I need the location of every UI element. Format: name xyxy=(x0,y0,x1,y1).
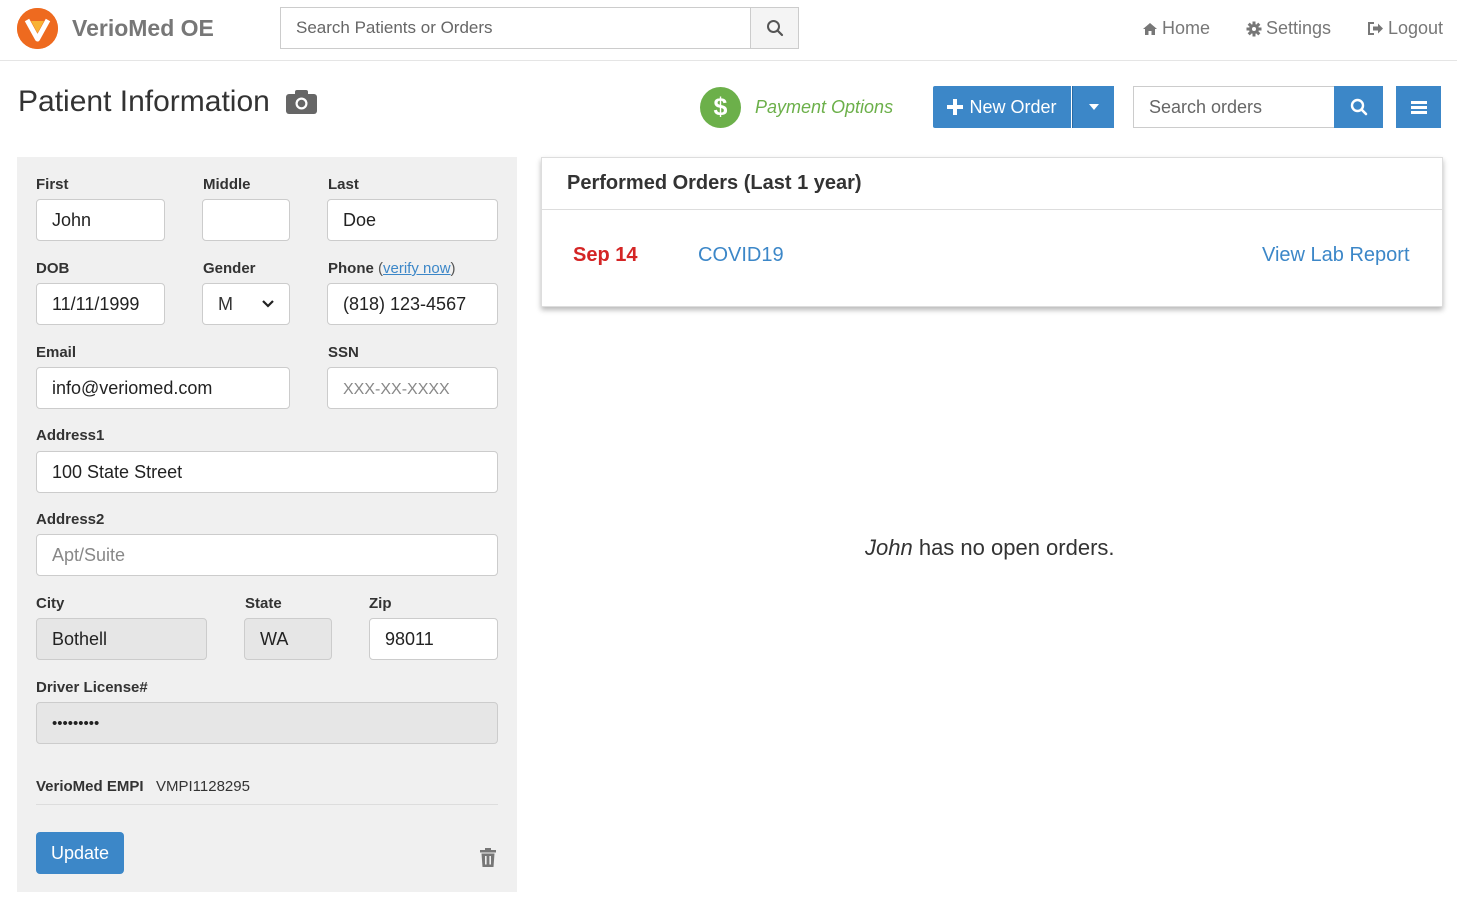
email-input[interactable] xyxy=(36,367,290,409)
empi-label: VerioMed EMPI xyxy=(36,778,144,795)
driver-license-label: Driver License# xyxy=(36,679,148,696)
city-label: City xyxy=(36,595,65,612)
empi-value: VMPI1128295 xyxy=(156,778,250,795)
payment-options-link[interactable]: Payment Options xyxy=(755,97,893,118)
patient-first-name: John xyxy=(865,535,913,560)
city-input[interactable] xyxy=(36,618,207,660)
ssn-label: SSN xyxy=(328,344,359,361)
card-divider xyxy=(542,209,1442,210)
top-navbar: VerioMed OE Home Settings Logout xyxy=(0,0,1457,61)
dob-input[interactable] xyxy=(36,283,165,325)
address1-input[interactable] xyxy=(36,451,498,493)
no-open-orders-message: John has no open orders. xyxy=(865,535,1115,561)
search-icon xyxy=(766,20,783,37)
ssn-input[interactable] xyxy=(327,367,498,409)
new-order-button[interactable]: New Order xyxy=(933,86,1071,128)
phone-input[interactable] xyxy=(327,283,498,325)
zip-label: Zip xyxy=(369,595,392,612)
gender-value: M xyxy=(218,293,233,314)
form-divider xyxy=(36,804,498,805)
nav-settings-label: Settings xyxy=(1266,18,1332,38)
driver-license-input[interactable] xyxy=(36,702,498,744)
address1-label: Address1 xyxy=(36,427,105,444)
orders-search-input[interactable] xyxy=(1133,86,1335,128)
veriomed-logo-icon[interactable] xyxy=(17,8,58,49)
logout-icon xyxy=(1368,22,1383,35)
view-lab-report-link[interactable]: View Lab Report xyxy=(1262,244,1410,267)
email-label: Email xyxy=(36,344,77,361)
phone-label: Phone xyxy=(328,260,374,277)
gear-icon xyxy=(1246,21,1262,36)
address2-label: Address2 xyxy=(36,511,105,528)
search-icon xyxy=(1350,98,1367,116)
patient-order-search-input[interactable] xyxy=(280,7,751,49)
zip-input[interactable] xyxy=(369,618,498,660)
caret-down-icon xyxy=(1088,104,1099,110)
nav-home[interactable]: Home xyxy=(1142,18,1210,39)
phone-label-row: Phone (verify now) xyxy=(328,260,456,277)
plus-icon xyxy=(947,99,964,115)
camera-icon[interactable] xyxy=(286,90,317,119)
nav-home-label: Home xyxy=(1162,18,1211,38)
nav-settings[interactable]: Settings xyxy=(1246,18,1331,39)
performed-orders-card: Performed Orders (Last 1 year) Sep 14 CO… xyxy=(541,157,1443,307)
hamburger-menu-icon xyxy=(1410,100,1427,114)
new-order-label: New Order xyxy=(969,96,1057,117)
nav-logout-label: Logout xyxy=(1388,18,1444,38)
gender-select[interactable]: M xyxy=(202,283,290,325)
gender-label: Gender xyxy=(203,260,256,277)
top-search-button[interactable] xyxy=(750,7,799,49)
order-test-link[interactable]: COVID19 xyxy=(698,244,784,267)
state-input[interactable] xyxy=(244,618,332,660)
patient-form-panel: First Middle Last DOB Gender M Phone (ve… xyxy=(17,157,517,892)
verify-now-link[interactable]: verify now xyxy=(383,260,451,277)
first-name-input[interactable] xyxy=(36,199,165,241)
middle-name-label: Middle xyxy=(203,176,251,193)
home-icon xyxy=(1143,22,1157,35)
state-label: State xyxy=(245,595,282,612)
last-name-label: Last xyxy=(328,176,359,193)
chevron-down-icon xyxy=(262,300,274,308)
address2-input[interactable] xyxy=(36,534,498,576)
performed-orders-title: Performed Orders (Last 1 year) xyxy=(567,172,862,194)
verify-close-paren: ) xyxy=(450,260,456,277)
last-name-input[interactable] xyxy=(327,199,498,241)
trash-icon[interactable] xyxy=(480,848,496,872)
first-name-label: First xyxy=(36,176,69,193)
brand-name[interactable]: VerioMed OE xyxy=(72,15,214,42)
update-button[interactable]: Update xyxy=(36,832,124,874)
nav-logout[interactable]: Logout xyxy=(1367,18,1443,39)
new-order-dropdown-toggle[interactable] xyxy=(1072,86,1114,128)
page-title: Patient Information xyxy=(18,85,270,118)
order-date: Sep 14 xyxy=(573,244,638,266)
payment-dollar-icon[interactable]: $ xyxy=(700,87,741,128)
orders-search-button[interactable] xyxy=(1334,86,1383,128)
middle-name-input[interactable] xyxy=(202,199,290,241)
no-open-orders-text: has no open orders. xyxy=(912,535,1115,560)
menu-button[interactable] xyxy=(1396,86,1441,128)
dob-label: DOB xyxy=(36,260,70,277)
